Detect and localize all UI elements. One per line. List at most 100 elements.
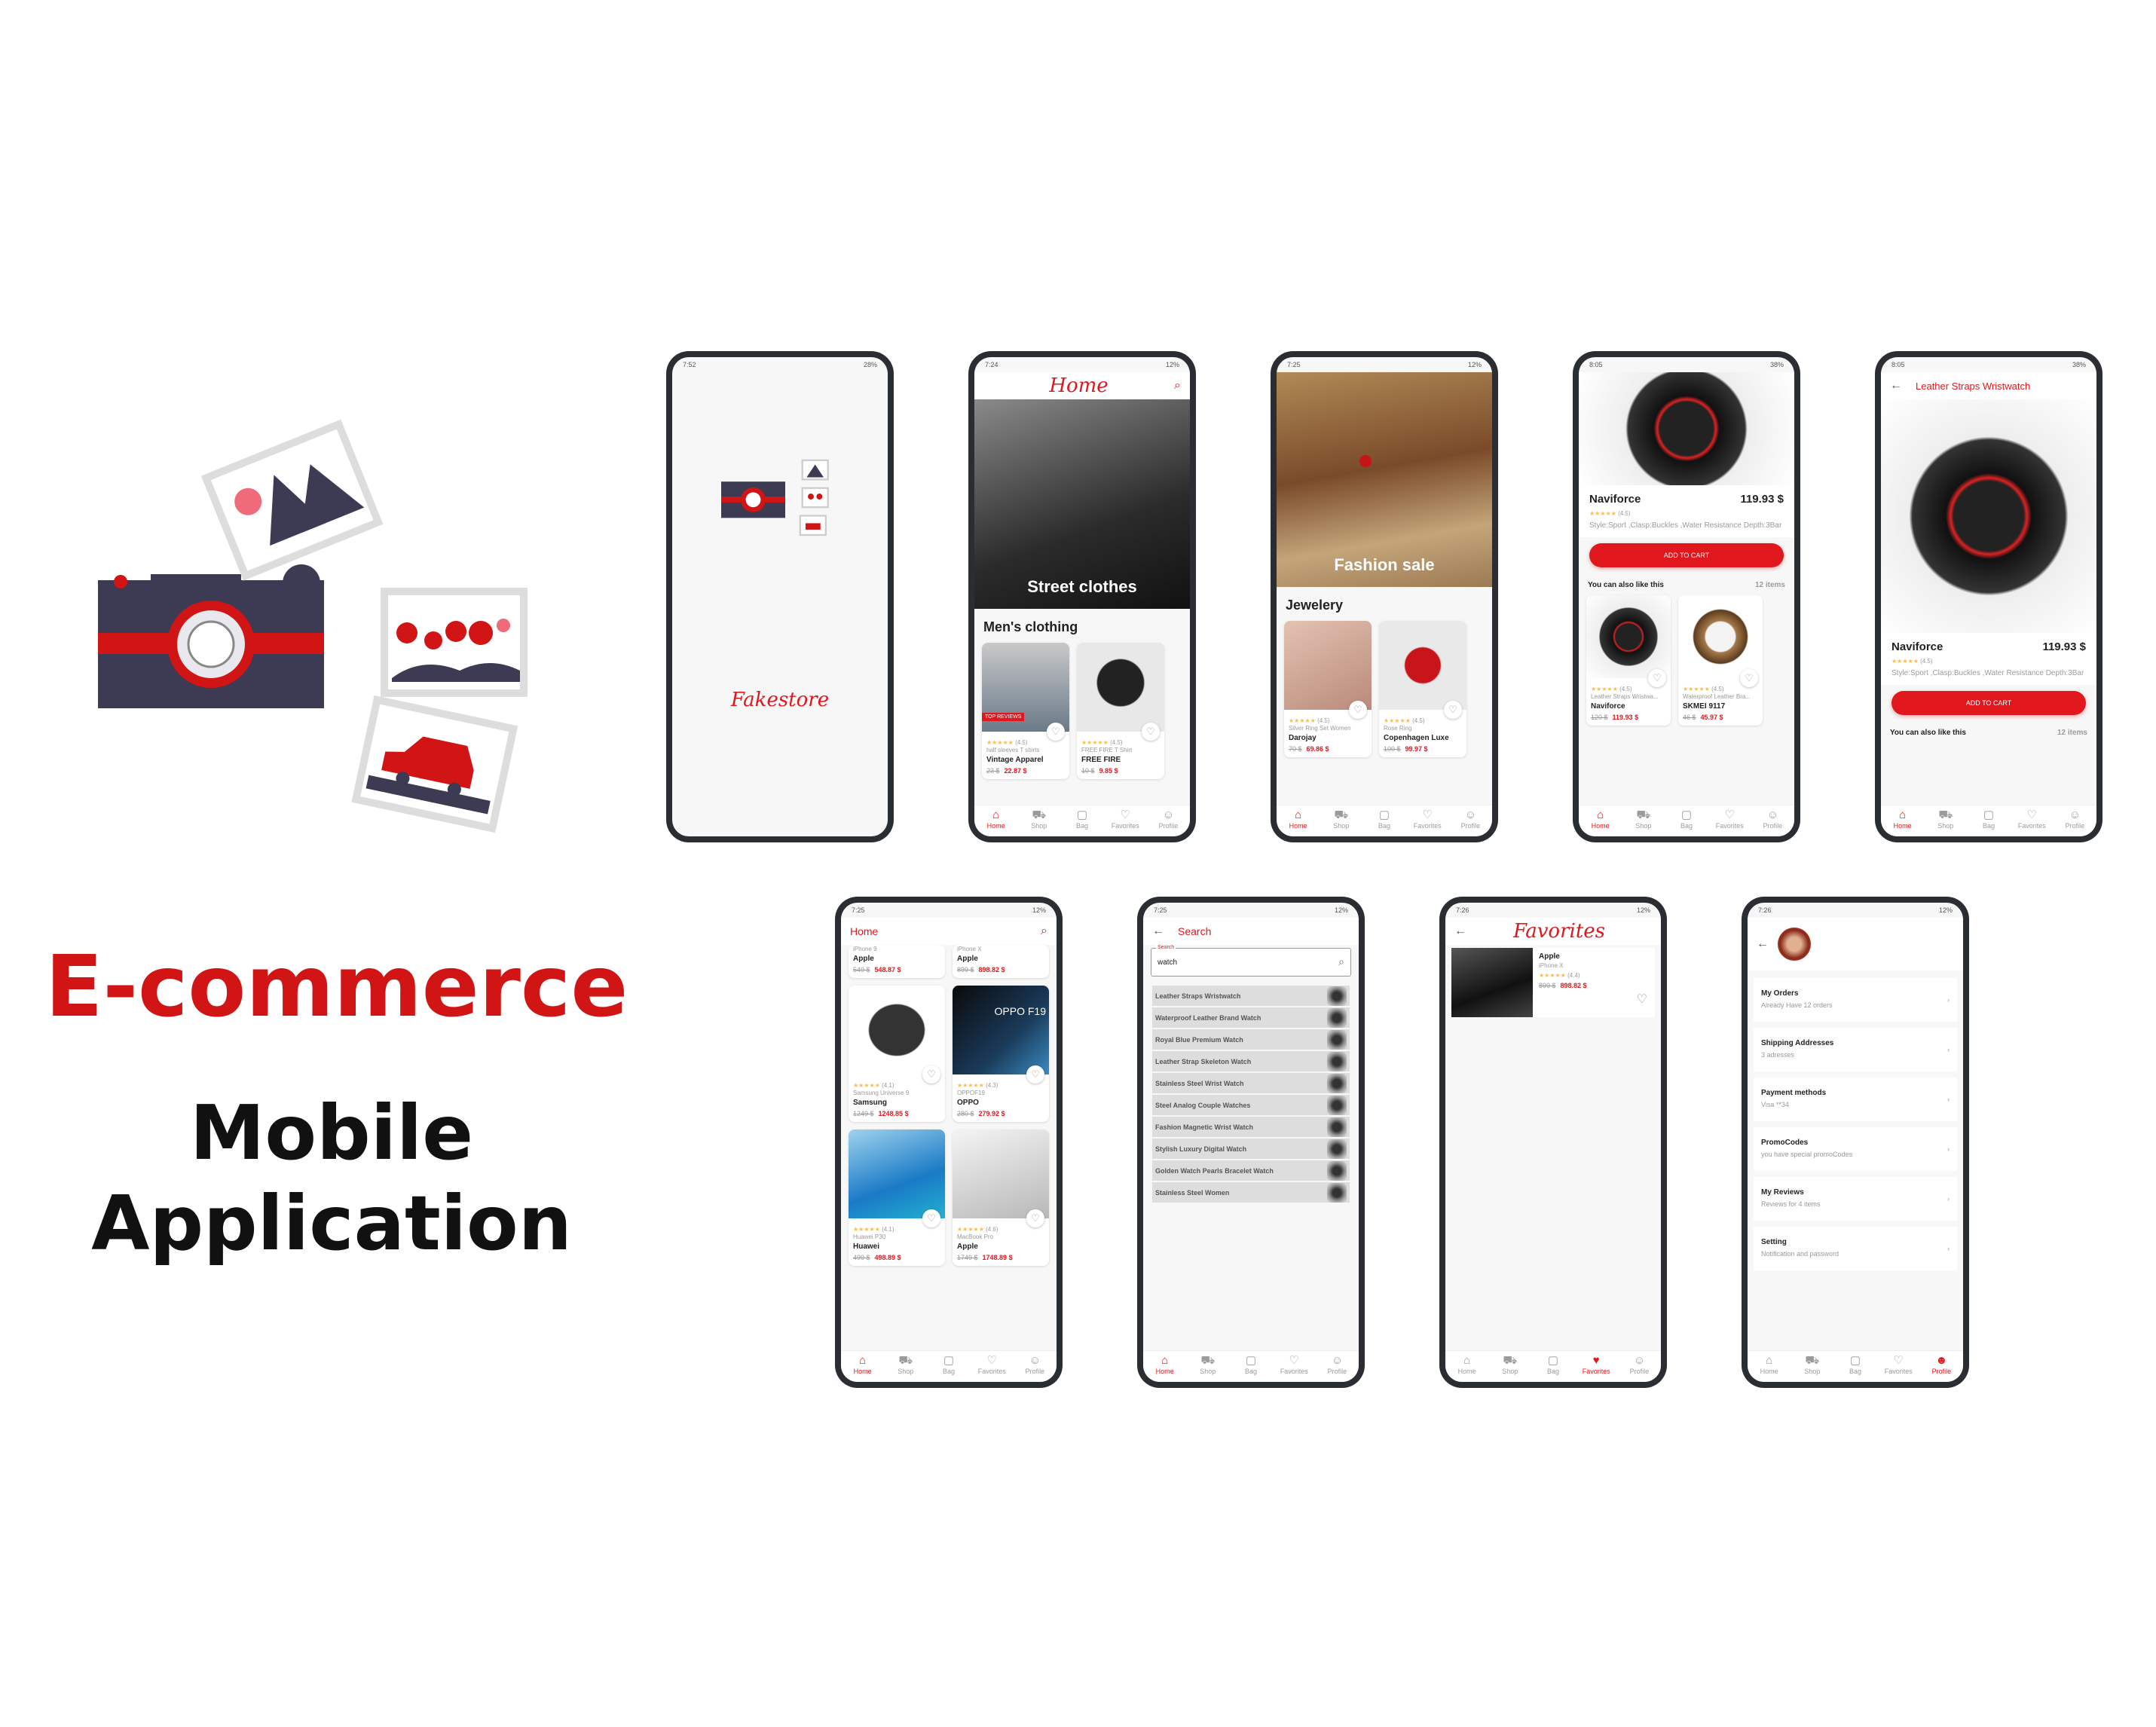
search-icon[interactable]: ⌕ [1041, 925, 1047, 938]
nav-profile[interactable]: ☺ Profile [1449, 805, 1492, 836]
nav-bag[interactable]: ▢ Bag [1229, 1351, 1272, 1382]
heart-icon[interactable]: ♡ [1740, 669, 1758, 687]
back-arrow-icon[interactable]: ← [1890, 379, 1902, 393]
hero-banner[interactable]: Street clothes [974, 399, 1190, 609]
heart-icon[interactable]: ♡ [1637, 992, 1647, 1007]
nav-favorites[interactable]: ♡ Favorites [1104, 805, 1147, 836]
profile-item-reviews[interactable]: My Reviews Reviews for 4 items › [1754, 1177, 1957, 1221]
nav-bag[interactable]: ▢ Bag [927, 1351, 970, 1382]
product-card[interactable]: ♡ ★★★★★ (4.5) FREE FIRE T Shirt FREE FIR… [1077, 643, 1164, 779]
product-grid[interactable]: iPhone 9 Apple 549 $ 548.87 $ iPhone X Apple… [841, 945, 1057, 1266]
nav-favorites[interactable]: ♥ Favorites [1575, 1351, 1618, 1382]
nav-profile[interactable]: ☺ Profile [1751, 805, 1794, 836]
nav-favorites[interactable]: ♡ Favorites [971, 1351, 1014, 1382]
list-item[interactable]: Waterproof Leather Brand Watch [1152, 1007, 1350, 1029]
search-icon[interactable]: ⌕ [1174, 379, 1181, 393]
heart-icon[interactable]: ♡ [922, 1209, 940, 1227]
nav-shop[interactable]: ⛟ Shop [1488, 1351, 1531, 1382]
product-card[interactable]: ♡ ★★★★★ (4.5) Waterproof Leather Bra... … [1678, 595, 1763, 726]
list-item[interactable]: Stylish Luxury Digital Watch [1152, 1139, 1350, 1160]
search-icon[interactable]: ⌕ [1338, 955, 1344, 968]
product-card[interactable]: ♡ ★★★★★ (4.1) Samsung Universe 9 Samsung 124… [849, 986, 945, 1122]
nav-profile[interactable]: ☻ Profile [1920, 1351, 1963, 1382]
heart-icon[interactable]: ♡ [922, 1065, 940, 1084]
product-gallery[interactable] [1579, 372, 1794, 485]
nav-home[interactable]: ⌂ Home [1143, 1351, 1186, 1382]
nav-home[interactable]: ⌂ Home [974, 805, 1017, 836]
nav-bag[interactable]: ▢ Bag [1967, 805, 2010, 836]
back-arrow-icon[interactable]: ← [1152, 925, 1164, 938]
heart-icon[interactable]: ♡ [1026, 1065, 1044, 1084]
favorite-item[interactable]: Apple iPhone X ★★★★★ (4.4) 899 $ 898.82 $… [1451, 948, 1655, 1017]
heart-icon[interactable]: ♡ [1026, 1209, 1044, 1227]
heart-icon[interactable]: ♡ [1648, 669, 1666, 687]
product-card[interactable]: ♡ ★★★★★ (4.5) Leather Straps Wristwa... … [1586, 595, 1671, 726]
nav-home[interactable]: ⌂ Home [1277, 805, 1320, 836]
heart-icon[interactable]: ♡ [1349, 701, 1367, 719]
nav-shop[interactable]: ⛟ Shop [1017, 805, 1060, 836]
back-arrow-icon[interactable]: ← [1454, 925, 1466, 938]
add-to-cart-button[interactable]: ADD TO CART [1589, 543, 1784, 567]
product-card[interactable]: TOP REVIEWS ♡ ★★★★★ (4.5) half sleeves T… [982, 643, 1069, 779]
product-carousel[interactable]: ♡ ★★★★★ (4.5) Silver Ring Set Women Daro… [1277, 621, 1492, 757]
nav-shop[interactable]: ⛟ Shop [1622, 805, 1665, 836]
search-field[interactable]: Search watch ⌕ [1151, 945, 1351, 977]
product-carousel[interactable]: TOP REVIEWS ♡ ★★★★★ (4.5) half sleeves T… [974, 643, 1190, 779]
nav-home[interactable]: ⌂ Home [841, 1351, 884, 1382]
nav-favorites[interactable]: ♡ Favorites [1877, 1351, 1920, 1382]
nav-profile[interactable]: ☺ Profile [1618, 1351, 1661, 1382]
profile-item-orders[interactable]: My Orders Already Have 12 orders › [1754, 978, 1957, 1022]
product-card[interactable]: ♡ ★★★★★ (4.6) MacBook Pro Apple 1749 $1748.8… [953, 1129, 1049, 1266]
heart-icon[interactable]: ♡ [1047, 723, 1065, 741]
list-item[interactable]: Royal Blue Premium Watch [1152, 1029, 1350, 1051]
nav-home[interactable]: ⌂ Home [1881, 805, 1924, 836]
list-item[interactable]: Leather Strap Skeleton Watch [1152, 1051, 1350, 1073]
profile-item-shipping[interactable]: Shipping Addresses 3 adresses › [1754, 1028, 1957, 1071]
product-card[interactable]: iPhone 9 Apple 549 $ 548.87 $ [849, 945, 945, 978]
list-item[interactable]: Stainless Steel Women [1152, 1182, 1350, 1204]
list-item[interactable]: Leather Straps Wristwatch [1152, 986, 1350, 1007]
nav-favorites[interactable]: ♡ Favorites [1406, 805, 1449, 836]
list-item[interactable]: Steel Analog Couple Watches [1152, 1095, 1350, 1117]
nav-favorites[interactable]: ♡ Favorites [1708, 805, 1751, 836]
product-card[interactable]: iPhone X Apple 899 $ 898.82 $ [953, 945, 1049, 978]
product-card[interactable]: ♡ ★★★★★ (4.5) Silver Ring Set Women Daro… [1284, 621, 1372, 757]
hero-banner[interactable]: Fashion sale [1277, 372, 1492, 587]
heart-icon[interactable]: ♡ [1142, 723, 1160, 741]
nav-shop[interactable]: ⛟ Shop [1186, 1351, 1229, 1382]
product-card[interactable]: ♡ ★★★★★ (4.5) Rose Ring Copenhagen Luxe … [1379, 621, 1466, 757]
list-item[interactable]: Golden Watch Pearls Bracelet Watch [1152, 1160, 1350, 1182]
product-card[interactable]: ♡ ★★★★★ (4.1) Huawei P30 Huawei 499 $498.89 … [849, 1129, 945, 1266]
nav-shop[interactable]: ⛟ Shop [1924, 805, 1967, 836]
nav-bag[interactable]: ▢ Bag [1531, 1351, 1574, 1382]
nav-home[interactable]: ⌂ Home [1748, 1351, 1791, 1382]
back-arrow-icon[interactable]: ← [1757, 937, 1769, 951]
nav-home[interactable]: ⌂ Home [1445, 1351, 1488, 1382]
profile-item-setting[interactable]: Setting Notification and password › [1754, 1227, 1957, 1270]
related-carousel[interactable]: ♡ ★★★★★ (4.5) Leather Straps Wristwa... … [1579, 595, 1794, 726]
nav-bag[interactable]: ▢ Bag [1665, 805, 1708, 836]
heart-icon[interactable]: ♡ [1444, 701, 1462, 719]
nav-profile[interactable]: ☺ Profile [1014, 1351, 1057, 1382]
list-item[interactable]: Stainless Steel Wrist Watch [1152, 1073, 1350, 1095]
avatar[interactable] [1778, 928, 1811, 961]
nav-shop[interactable]: ⛟ Shop [1791, 1351, 1833, 1382]
nav-profile[interactable]: ☺ Profile [2054, 805, 2096, 836]
nav-favorites[interactable]: ♡ Favorites [2011, 805, 2054, 836]
add-to-cart-button[interactable]: ADD TO CART [1891, 691, 2086, 715]
nav-shop[interactable]: ⛟ Shop [884, 1351, 927, 1382]
nav-home[interactable]: ⌂ Home [1579, 805, 1622, 836]
profile-item-promocodes[interactable]: PromoCodes you have special promoCodes › [1754, 1127, 1957, 1171]
profile-item-payment[interactable]: Payment methods Visa **34 › [1754, 1077, 1957, 1121]
nav-profile[interactable]: ☺ Profile [1316, 1351, 1359, 1382]
nav-bag[interactable]: ▢ Bag [1060, 805, 1103, 836]
nav-bag[interactable]: ▢ Bag [1833, 1351, 1876, 1382]
nav-shop[interactable]: ⛟ Shop [1320, 805, 1362, 836]
nav-favorites[interactable]: ♡ Favorites [1273, 1351, 1316, 1382]
search-input[interactable]: watch [1158, 958, 1177, 967]
product-card[interactable]: OPPO F19 ♡ ★★★★★ (4.3) OPPOF19 OPPO 280 $279.… [953, 986, 1049, 1122]
list-item[interactable]: Fashion Magnetic Wrist Watch [1152, 1117, 1350, 1139]
nav-profile[interactable]: ☺ Profile [1147, 805, 1190, 836]
nav-bag[interactable]: ▢ Bag [1362, 805, 1405, 836]
product-gallery[interactable] [1881, 399, 2096, 633]
